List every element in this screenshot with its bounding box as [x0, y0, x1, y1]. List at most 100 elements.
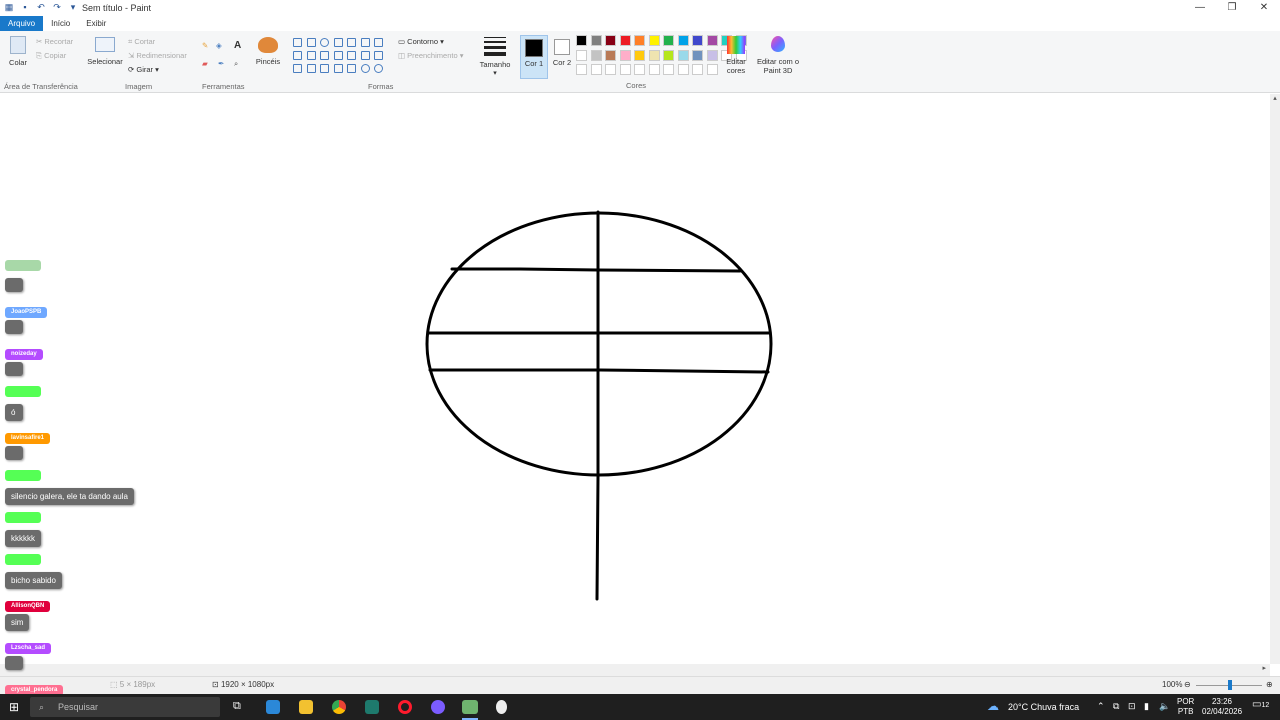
tab-arquivo[interactable]: Arquivo [0, 16, 44, 31]
network-status-icon[interactable]: ⧉ [1113, 701, 1119, 712]
size-button[interactable]: Tamanho ▾ [478, 37, 512, 77]
palette-swatch[interactable] [692, 35, 703, 46]
chrome-icon[interactable] [332, 700, 346, 714]
task-view-icon[interactable]: ⧉ [233, 700, 241, 713]
fill-button[interactable]: ◫ Preenchimento ▾ [398, 51, 463, 60]
outline-button[interactable]: ▭ Contorno ▾ [398, 37, 444, 46]
start-button[interactable]: ⊞ [9, 701, 19, 713]
crop-button[interactable]: ⌗ Cortar [128, 37, 155, 47]
six-point-star-shape-icon[interactable] [333, 64, 343, 73]
palette-swatch[interactable] [634, 35, 645, 46]
four-point-star-shape-icon[interactable] [306, 64, 316, 73]
rounded-callout-shape-icon[interactable] [347, 64, 356, 73]
triangle-shape-icon[interactable] [374, 38, 383, 47]
undo-icon[interactable]: ↶ [36, 2, 46, 12]
palette-swatch[interactable] [706, 35, 718, 46]
oval-shape-icon[interactable] [320, 38, 329, 47]
notifications-icon[interactable]: ▭12 [1252, 699, 1269, 710]
palette-empty-swatch[interactable] [634, 64, 645, 75]
maximize-button[interactable]: ❐ [1216, 0, 1248, 16]
diamond-shape-icon[interactable] [306, 51, 316, 60]
cut-button[interactable]: ✂ Recortar [36, 37, 73, 46]
palette-swatch[interactable] [663, 35, 674, 46]
palette-swatch[interactable] [677, 35, 689, 46]
palette-swatch[interactable] [706, 49, 718, 61]
rectangle-shape-icon[interactable] [333, 38, 343, 47]
paint3d-button[interactable]: Editar com o Paint 3D [756, 36, 800, 75]
cloud-callout-shape-icon[interactable] [374, 64, 383, 73]
magnifier-icon[interactable]: ⌕ [234, 59, 238, 69]
palette-swatch[interactable] [576, 49, 587, 61]
palette-swatch[interactable] [677, 49, 689, 61]
pencil-icon[interactable]: ✎ [202, 41, 208, 50]
palette-swatch[interactable] [605, 35, 616, 46]
paint-taskbar-icon[interactable] [462, 700, 478, 714]
rotate-button[interactable]: ⟳ Girar ▾ [128, 65, 159, 74]
rounded-rectangle-shape-icon[interactable] [347, 38, 356, 47]
brushes-button[interactable]: Pincéis [252, 37, 284, 66]
app-icon-2[interactable] [496, 700, 507, 714]
palette-empty-swatch[interactable] [692, 64, 703, 75]
drawing-canvas[interactable] [0, 94, 1270, 664]
down-arrow-shape-icon[interactable] [293, 64, 302, 73]
network-icon[interactable]: ⊡ [1128, 701, 1136, 712]
right-triangle-shape-icon[interactable] [293, 51, 302, 60]
weather-icon[interactable]: ☁ [987, 699, 999, 713]
palette-empty-swatch[interactable] [590, 64, 602, 75]
battery-icon[interactable]: ▮ [1144, 701, 1149, 712]
palette-swatch[interactable] [663, 49, 674, 61]
oval-callout-shape-icon[interactable] [360, 64, 370, 73]
zoom-in-icon[interactable]: ⊕ [1266, 680, 1273, 689]
search-box[interactable]: ⌕ Pesquisar [30, 697, 220, 717]
up-arrow-shape-icon[interactable] [374, 51, 383, 60]
five-point-star-shape-icon[interactable] [320, 64, 329, 73]
eraser-icon[interactable]: ▰ [202, 59, 208, 68]
left-arrow-shape-icon[interactable] [360, 51, 370, 60]
line-shape-icon[interactable] [293, 38, 302, 47]
palette-swatch[interactable] [692, 49, 703, 61]
palette-empty-swatch[interactable] [663, 64, 674, 75]
color-picker-icon[interactable]: ✒ [218, 59, 224, 68]
file-explorer-icon[interactable] [299, 700, 313, 714]
select-button[interactable]: Selecionar [86, 37, 124, 66]
minimize-button[interactable]: — [1184, 0, 1216, 16]
color2-button[interactable]: Cor 2 [550, 35, 574, 67]
obs-icon[interactable] [431, 700, 445, 714]
horizontal-scrollbar[interactable]: ▸ [0, 664, 1270, 676]
fill-bucket-icon[interactable]: ◈ [216, 41, 222, 50]
palette-empty-swatch[interactable] [706, 64, 718, 75]
palette-swatch[interactable] [605, 49, 616, 61]
clock[interactable]: 23:26 02/04/2026 [1202, 697, 1242, 717]
save-icon[interactable]: ▪ [20, 2, 30, 12]
show-hidden-icons[interactable]: ⌃ [1097, 701, 1105, 712]
palette-swatch[interactable] [619, 35, 631, 46]
color1-button[interactable]: Cor 1 [520, 35, 548, 79]
palette-swatch[interactable] [619, 49, 631, 61]
vertical-scrollbar[interactable]: ▴ [1270, 94, 1280, 664]
store-icon[interactable] [266, 700, 280, 714]
palette-swatch[interactable] [590, 49, 602, 61]
pentagon-shape-icon[interactable] [320, 51, 329, 60]
palette-swatch[interactable] [576, 35, 587, 46]
redo-icon[interactable]: ↷ [52, 2, 62, 12]
opera-icon[interactable] [398, 700, 412, 714]
palette-empty-swatch[interactable] [619, 64, 631, 75]
palette-swatch[interactable] [648, 49, 660, 61]
palette-empty-swatch[interactable] [605, 64, 616, 75]
palette-swatch[interactable] [634, 49, 645, 61]
palette-empty-swatch[interactable] [677, 64, 689, 75]
zoom-slider-thumb[interactable] [1228, 680, 1232, 690]
tab-exibir[interactable]: Exibir [78, 16, 114, 31]
palette-empty-swatch[interactable] [576, 64, 587, 75]
palette-swatch[interactable] [590, 35, 602, 46]
palette-empty-swatch[interactable] [648, 64, 660, 75]
language-indicator[interactable]: POR PTB [1177, 697, 1194, 717]
right-arrow-shape-icon[interactable] [347, 51, 356, 60]
volume-icon[interactable]: 🔈 [1159, 701, 1170, 712]
app-icon[interactable] [365, 700, 379, 714]
resize-button[interactable]: ⇲ Redimensionar [128, 51, 187, 60]
edit-colors-button[interactable]: Editar cores [722, 36, 750, 75]
curve-shape-icon[interactable] [306, 38, 316, 47]
copy-button[interactable]: ⎘ Copiar [36, 51, 66, 61]
text-tool-icon[interactable]: A [234, 40, 241, 51]
